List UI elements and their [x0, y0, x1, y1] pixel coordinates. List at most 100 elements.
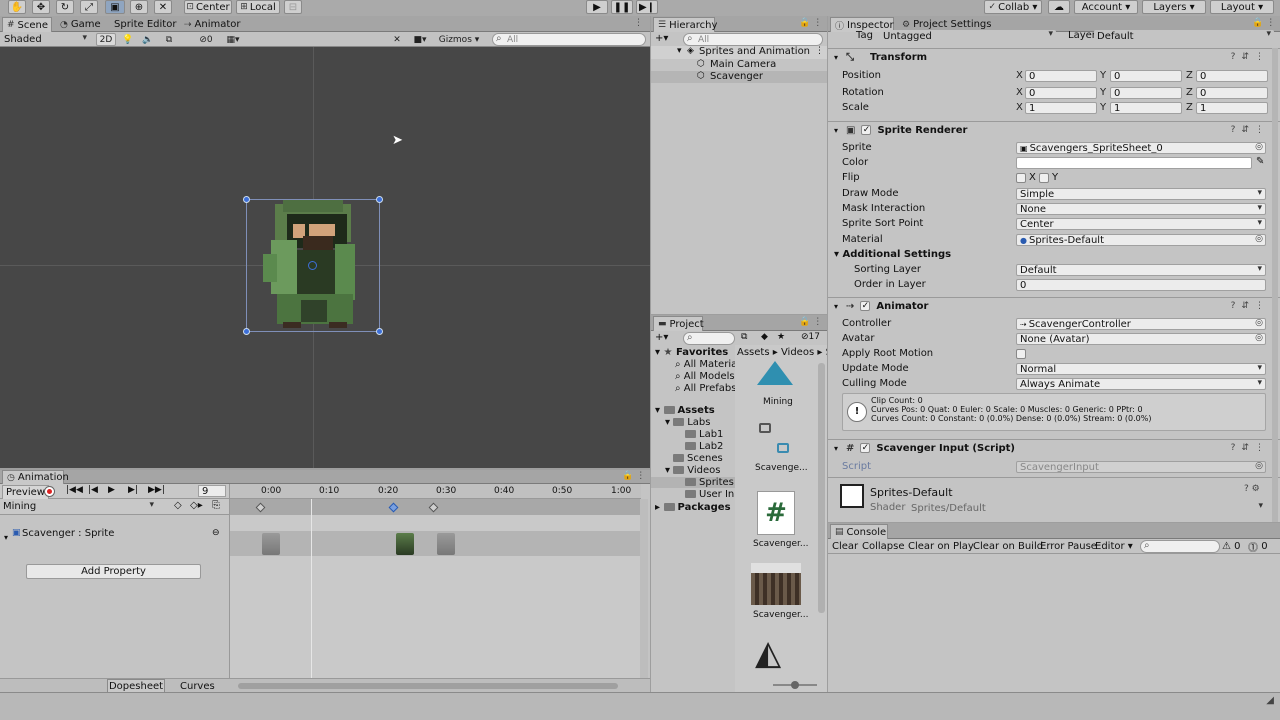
controller-field[interactable]: ⇢ ScavengerController [1016, 318, 1266, 330]
tab-sprite-editor[interactable]: Sprite Editor [110, 17, 180, 32]
draw-mode-dropdown[interactable]: Simple [1016, 188, 1266, 200]
tab-scene[interactable]: # Scene [2, 17, 52, 32]
pivot-center-toggle[interactable]: ⊡ Center [184, 0, 232, 14]
dopesheet[interactable]: 0:00 0:10 0:20 0:30 0:40 0:50 1:00 [229, 484, 641, 679]
expand-arrow-icon[interactable]: ▾ [834, 53, 838, 62]
camera-icon[interactable]: ■▾ [408, 33, 432, 46]
additional-settings-foldout[interactable]: ▾ Additional Settings [834, 249, 951, 260]
timeline-ruler[interactable]: 0:00 0:10 0:20 0:30 0:40 0:50 1:00 [230, 484, 641, 499]
culling-mode-dropdown[interactable]: Always Animate [1016, 378, 1266, 390]
position-z-field[interactable]: 0 [1196, 70, 1268, 82]
shader-dropdown[interactable]: Sprites/Default [908, 502, 1266, 514]
rect-handle[interactable] [376, 196, 383, 203]
tree-item-favorite[interactable]: ⌕ All Materia [675, 359, 737, 370]
tab-project[interactable]: ▬ Project [653, 316, 704, 331]
sorting-layer-dropdown[interactable]: Default [1016, 264, 1266, 276]
tools-icon[interactable]: ✕ [390, 33, 404, 46]
playhead[interactable] [311, 499, 312, 679]
sprite-key-thumbnail[interactable] [437, 533, 455, 555]
audio-icon[interactable]: 🔈 [141, 33, 155, 46]
star-icon[interactable]: ★ [777, 332, 785, 342]
transform-header[interactable]: ▾ ⤡ Transform ?⇵⋮ [828, 48, 1280, 65]
console-editor-dropdown[interactable]: Editor ▾ [1095, 539, 1133, 554]
project-scrollbar[interactable] [818, 363, 825, 613]
scene-search-input[interactable]: All [492, 33, 646, 46]
scale-x-field[interactable]: 1 [1025, 102, 1097, 114]
last-key-icon[interactable]: ▶▶| [148, 485, 165, 495]
tree-item-favorites[interactable]: ▾ ★ Favorites [655, 347, 728, 358]
hierarchy-item-scavenger[interactable]: ⬡ Scavenger [651, 71, 827, 83]
scale-y-field[interactable]: 1 [1110, 102, 1182, 114]
hidden-packages-toggle[interactable]: ⊘17 [801, 332, 820, 342]
hidden-objects-toggle[interactable]: ⊘ 0 [194, 33, 218, 46]
layout-dropdown[interactable]: Layout ▾ [1210, 0, 1274, 14]
tree-item-packages[interactable]: ▸ Packages [655, 502, 731, 513]
rotation-z-field[interactable]: 0 [1196, 87, 1268, 99]
avatar-field[interactable]: None (Avatar) [1016, 333, 1266, 345]
animator-header[interactable]: ▾ ⇢ ✓ Animator ?⇵⋮ [828, 297, 1280, 314]
create-add-icon[interactable]: +▾ [655, 33, 668, 44]
panel-lock-icon[interactable]: 🔒⋮ [1252, 18, 1278, 28]
project-search-input[interactable] [683, 332, 735, 345]
gizmos-dropdown[interactable]: Gizmos ▾ [434, 33, 484, 46]
expand-arrow-icon[interactable]: ▾ [834, 302, 838, 311]
eyedropper-icon[interactable]: ✎ [1256, 156, 1264, 167]
lighting-icon[interactable]: 💡 [121, 33, 135, 46]
transform-tool-icon[interactable]: ⊕ [130, 0, 148, 14]
2d-mode-toggle[interactable]: 2D [96, 33, 116, 46]
component-menu-icons[interactable]: ?⇵⋮ [1231, 125, 1270, 135]
first-key-icon[interactable]: |◀◀ [66, 485, 83, 495]
script-component-header[interactable]: ▾ # ✓ Scavenger Input (Script) ?⇵⋮ [828, 439, 1280, 456]
step-button[interactable]: ▶❙ [636, 0, 658, 14]
record-button[interactable] [44, 486, 55, 497]
rotate-tool-icon[interactable]: ↻ [56, 0, 74, 14]
hierarchy-item-main-camera[interactable]: ⬡ Main Camera [651, 59, 827, 71]
hierarchy-search-input[interactable]: All [683, 33, 823, 46]
shading-mode-dropdown[interactable]: Shaded [1, 33, 89, 46]
position-y-field[interactable]: 0 [1110, 70, 1182, 82]
material-help-icons[interactable]: ? ⚙ [1244, 484, 1260, 494]
collab-dropdown[interactable]: ✓ Collab ▾ [984, 0, 1042, 14]
rect-handle[interactable] [243, 328, 250, 335]
tree-item-folder[interactable]: ▾ Videos [665, 465, 720, 476]
snap-icon[interactable]: ⊟ [284, 0, 302, 14]
prev-key-icon[interactable]: |◀ [88, 485, 98, 495]
scene-menu-icon[interactable]: ⋮ [815, 46, 824, 56]
console-error-pause-button[interactable]: Error Pause [1040, 539, 1097, 554]
sprite-selection-rect[interactable] [243, 196, 383, 335]
expand-arrow-icon[interactable]: ▾ [834, 444, 838, 453]
panel-lock-icon[interactable]: 🔒⋮ [799, 317, 825, 327]
sprite-key-thumbnail[interactable] [396, 533, 414, 555]
custom-tool-icon[interactable]: ✕ [154, 0, 172, 14]
tree-item-folder[interactable]: Lab2 [685, 441, 723, 452]
tag-dropdown[interactable]: Untagged [880, 30, 1056, 42]
mask-interaction-dropdown[interactable]: None [1016, 203, 1266, 215]
rotation-y-field[interactable]: 0 [1110, 87, 1182, 99]
expand-arrow-icon[interactable]: ▾ [677, 46, 682, 56]
console-clear-on-build-button[interactable]: Clear on Build [973, 539, 1043, 554]
tree-item-folder[interactable]: ▾ Labs [665, 417, 710, 428]
position-x-field[interactable]: 0 [1025, 70, 1097, 82]
property-options-icon[interactable]: ⊖ [212, 528, 220, 538]
console-errors-toggle[interactable]: ⓵ 0 [1248, 539, 1268, 554]
apply-root-motion-checkbox[interactable] [1016, 349, 1026, 359]
rotation-x-field[interactable]: 0 [1025, 87, 1097, 99]
frame-field[interactable]: 9 [198, 485, 226, 497]
preview-toggle[interactable]: Preview [2, 485, 49, 500]
animation-clip-icon[interactable] [757, 361, 793, 385]
expand-arrow-icon[interactable]: ▾ [834, 126, 838, 135]
panel-lock-icon[interactable]: 🔒⋮ [799, 18, 825, 28]
spritesheet-icon[interactable] [751, 563, 801, 605]
tree-item-favorite[interactable]: ⌕ All Models [675, 371, 735, 382]
tab-dopesheet[interactable]: Dopesheet [107, 679, 165, 693]
update-mode-dropdown[interactable]: Normal [1016, 363, 1266, 375]
add-keyframe-icon[interactable]: ◇ [174, 500, 182, 511]
next-key-icon[interactable]: ▶| [128, 485, 138, 495]
component-menu-icons[interactable]: ?⇵⋮ [1231, 443, 1270, 453]
account-dropdown[interactable]: Account ▾ [1074, 0, 1138, 14]
pivot-handle[interactable] [308, 261, 317, 270]
order-in-layer-field[interactable]: 0 [1016, 279, 1266, 291]
property-row[interactable]: ▾ ▣ Scavenger : Sprite ⊖ [0, 527, 229, 542]
tree-item-folder-selected[interactable]: Sprites a [651, 477, 743, 488]
clip-dropdown[interactable]: Mining [0, 500, 156, 513]
